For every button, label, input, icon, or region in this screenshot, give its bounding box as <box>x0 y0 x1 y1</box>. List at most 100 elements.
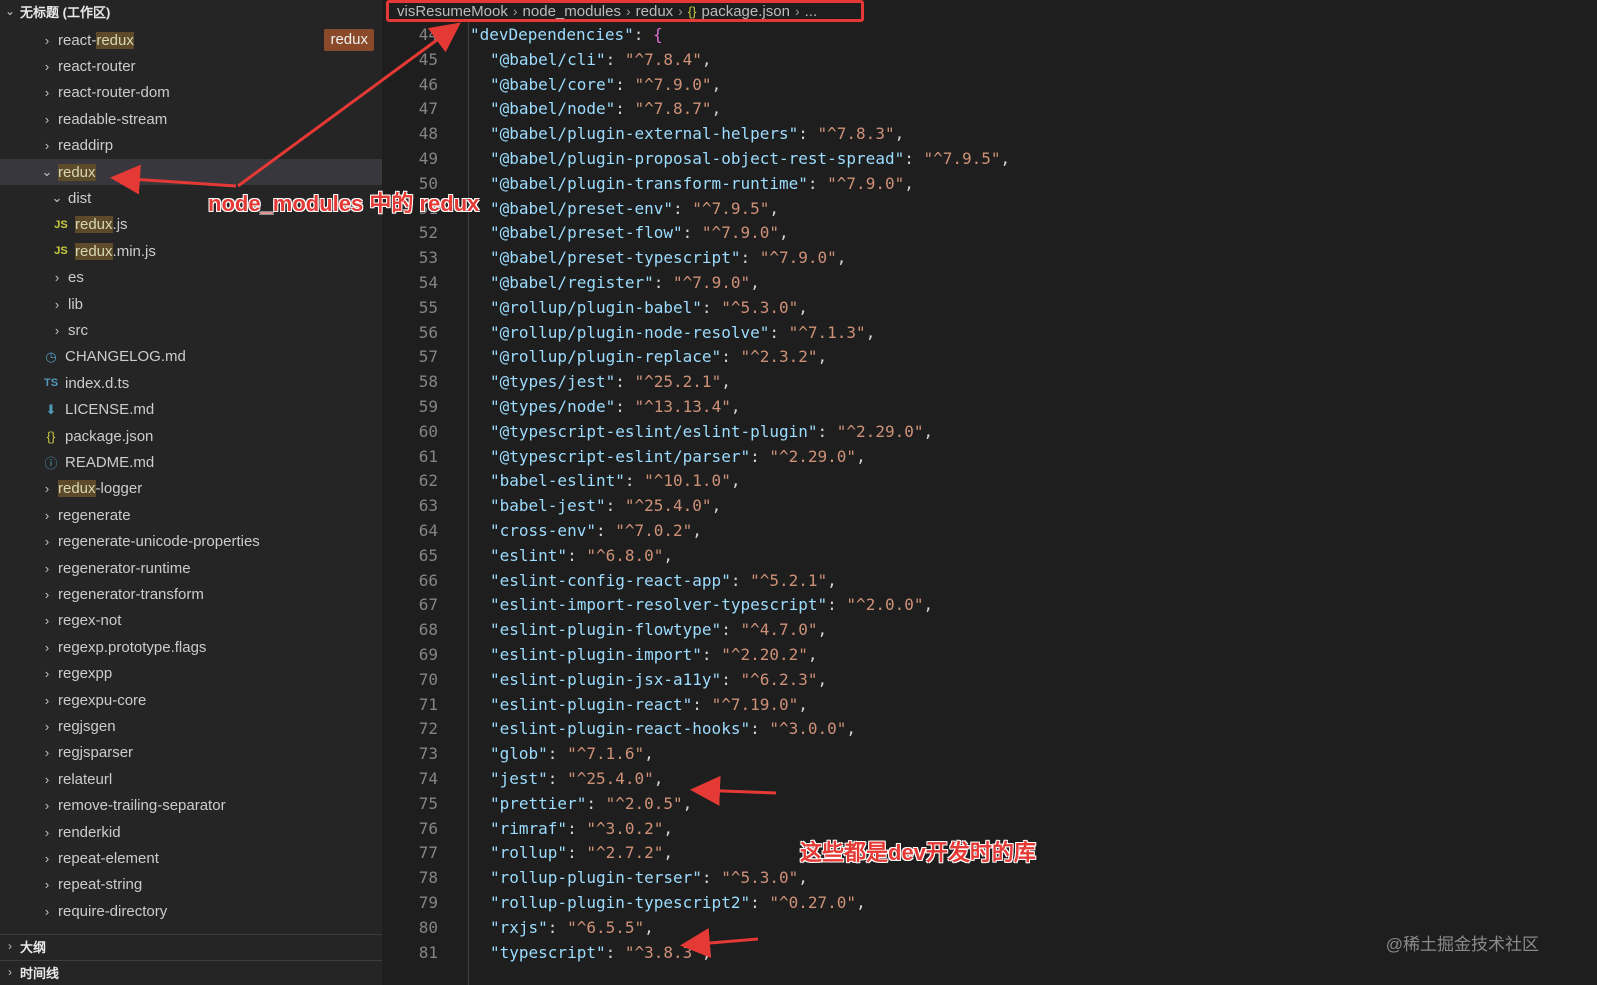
json-key: "@babel/preset-flow" <box>490 223 683 243</box>
tree-item[interactable]: › regex-not <box>0 608 382 634</box>
breadcrumb-item-redux[interactable]: redux <box>636 3 674 20</box>
json-key: "@babel/register" <box>490 273 654 292</box>
tree-item[interactable]: › react-router <box>0 53 382 79</box>
timeline-section-header[interactable]: › 时间线 <box>0 960 382 983</box>
outline-section-header[interactable]: › 大纲 <box>0 934 382 957</box>
tree-item[interactable]: › regenerator-transform <box>0 581 382 607</box>
code-text: "rollup-plugin-terser": "^5.3.0", <box>490 868 808 888</box>
code-text: "rollup": "^2.7.2", <box>490 843 674 863</box>
json-value: "^5.2.1" <box>750 570 828 590</box>
chevron-right-icon: › <box>54 270 60 286</box>
code-text: "eslint": "^6.8.0", <box>490 545 674 565</box>
tree-item[interactable]: › regexpu-core <box>0 687 382 713</box>
json-value: "^7.19.0" <box>711 694 799 714</box>
json-value: "^2.7.2" <box>586 843 664 863</box>
line-number: 48 <box>418 124 438 144</box>
code-line: 66 "eslint-config-react-app": "^5.2.1", <box>382 568 1597 593</box>
json-value: "^7.9.5" <box>692 198 770 218</box>
json-key: "babel-jest" <box>490 496 606 516</box>
json-value: "^7.9.0" <box>634 74 712 94</box>
code-text: "rimraf": "^3.0.2", <box>490 818 674 838</box>
json-key: "rollup" <box>490 843 568 863</box>
tree-item[interactable]: › require-directory <box>0 898 382 924</box>
tree-item[interactable]: › renderkid <box>0 819 382 845</box>
json-value: "^6.2.3" <box>740 669 818 689</box>
json-value: "^3.0.0" <box>769 719 847 739</box>
tree-item[interactable]: ⌄ redux <box>0 159 382 185</box>
json-value: "^2.29.0" <box>836 421 924 441</box>
breadcrumb-item-workspace[interactable]: visResumeMook <box>397 3 508 20</box>
line-number: 72 <box>418 719 438 739</box>
breadcrumb-item-file[interactable]: package.json <box>702 3 790 20</box>
tree-item[interactable]: › readdirp <box>0 133 382 159</box>
code-line: 57 "@rollup/plugin-replace": "^2.3.2", <box>382 344 1597 369</box>
line-number: 53 <box>418 248 438 268</box>
line-number: 60 <box>418 421 438 441</box>
json-key: "@babel/core" <box>490 74 616 94</box>
code-text: "eslint-import-resolver-typescript": "^2… <box>490 595 934 615</box>
tree-item[interactable]: {} package.json <box>0 423 382 449</box>
tree-item[interactable]: › regexpp <box>0 661 382 687</box>
chevron-right-icon: › <box>44 481 50 497</box>
tree-item[interactable]: › src <box>0 317 382 343</box>
code-text: "eslint-plugin-flowtype": "^4.7.0", <box>490 620 828 640</box>
tree-item[interactable]: › regjsgen <box>0 713 382 739</box>
tree-item[interactable]: › repeat-element <box>0 845 382 871</box>
json-value: "^7.8.7" <box>634 99 712 119</box>
tree-item[interactable]: › regenerator-runtime <box>0 555 382 581</box>
code-line: 78 "rollup-plugin-terser": "^5.3.0", <box>382 865 1597 890</box>
tree-item[interactable]: › es <box>0 265 382 291</box>
code-line: 45 "@babel/cli": "^7.8.4", <box>382 47 1597 72</box>
tree-item[interactable]: › regexp.prototype.flags <box>0 634 382 660</box>
workspace-title: 无标题 (工作区) <box>20 4 111 20</box>
breadcrumb-item-node-modules[interactable]: node_modules <box>523 3 621 20</box>
code-text: "@babel/core": "^7.9.0", <box>490 74 722 94</box>
line-number: 70 <box>418 669 438 689</box>
tree-item[interactable]: › remove-trailing-separator <box>0 793 382 819</box>
tree-item[interactable]: ⬇ LICENSE.md <box>0 397 382 423</box>
breadcrumb-item-more[interactable]: ... <box>805 3 818 20</box>
json-key: "@babel/plugin-proposal-object-rest-spre… <box>490 149 905 168</box>
json-value: "^5.3.0" <box>721 868 799 888</box>
line-number: 75 <box>418 793 438 813</box>
tree-item[interactable]: › repeat-string <box>0 872 382 898</box>
tree-item[interactable]: TS index.d.ts <box>0 370 382 396</box>
tree-item[interactable]: › react-router-dom <box>0 80 382 106</box>
tree-item[interactable]: › regenerate-unicode-properties <box>0 529 382 555</box>
search-match-highlight: redux <box>58 163 96 181</box>
json-value: "^25.2.1" <box>634 372 722 392</box>
tree-item[interactable]: › regjsparser <box>0 740 382 766</box>
tree-item[interactable]: ⓘ README.md <box>0 449 382 475</box>
chevron-right-icon: › <box>44 903 50 919</box>
code-text: "@typescript-eslint/parser": "^2.29.0", <box>490 446 866 466</box>
chevron-right-icon: › <box>44 534 50 550</box>
tree-item-label: renderkid <box>58 823 121 841</box>
chevron-right-icon: › <box>8 965 12 979</box>
tree-item[interactable]: › redux-logger <box>0 476 382 502</box>
json-key: "@rollup/plugin-babel" <box>490 297 702 317</box>
json-value: "^7.0.2" <box>615 521 693 540</box>
tree-item[interactable]: › lib <box>0 291 382 317</box>
code-text: "babel-jest": "^25.4.0", <box>490 496 722 516</box>
code-line: 48 "@babel/plugin-external-helpers": "^7.… <box>382 121 1597 146</box>
code-line: 60 "@typescript-eslint/eslint-plugin": "^… <box>382 419 1597 444</box>
tree-item[interactable]: JS redux.min.js <box>0 238 382 264</box>
json-value: "^7.1.3" <box>788 322 866 342</box>
code-line: 55 "@rollup/plugin-babel": "^5.3.0", <box>382 295 1597 320</box>
line-number: 67 <box>418 595 438 615</box>
code-text: "typescript": "^3.8.3", <box>490 942 712 962</box>
chevron-right-icon: › <box>54 296 60 312</box>
tree-item[interactable]: › readable-stream <box>0 106 382 132</box>
tree-item[interactable]: ◷ CHANGELOG.md <box>0 344 382 370</box>
tree-item[interactable]: › react-redux redux <box>0 27 382 53</box>
workspace-header[interactable]: ⌄ 无标题 (工作区) <box>0 0 382 22</box>
tree-item[interactable]: › relateurl <box>0 766 382 792</box>
line-number: 64 <box>418 521 438 540</box>
code-line: 63 "babel-jest": "^25.4.0", <box>382 493 1597 518</box>
json-value: "^7.9.0" <box>701 223 779 243</box>
tree-item[interactable]: › regenerate <box>0 502 382 528</box>
annotation-dev-libs: 这些都是dev开发时的库 <box>800 840 1036 865</box>
chevron-down-icon: ⌄ <box>41 164 53 179</box>
code-text: "eslint-plugin-react": "^7.19.0", <box>490 694 808 714</box>
explorer-sidebar: ⌄ 无标题 (工作区) › react-redux redux › react-rout… <box>0 0 382 985</box>
